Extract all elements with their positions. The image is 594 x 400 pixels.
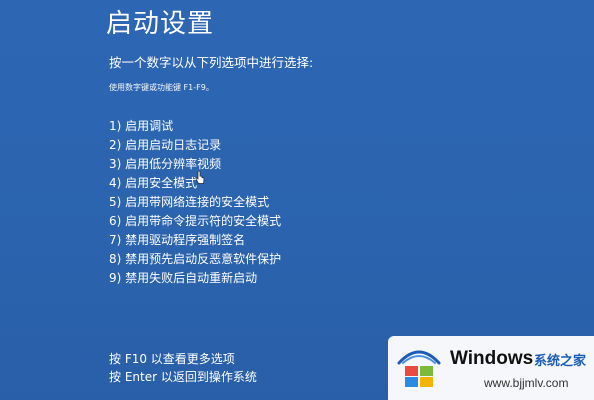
instruction-text: 按一个数字以从下列选项中进行选择: [109,55,314,70]
startup-options-list: 1) 启用调试 2) 启用启动日志记录 3) 启用低分辨率视频 4) 启用安全模… [109,117,281,288]
watermark-cn: 系统之家 [534,354,587,369]
option-enable-debugging[interactable]: 1) 启用调试 [109,117,281,136]
hint-text: 使用数字键或功能键 F1-F9。 [109,83,214,92]
hand-cursor-icon [195,171,205,184]
option-disable-auto-restart[interactable]: 9) 禁用失败后自动重新启动 [109,269,281,288]
more-options-hint[interactable]: 按 F10 以查看更多选项 [109,350,257,368]
option-enable-safe-mode-networking[interactable]: 5) 启用带网络连接的安全模式 [109,193,281,212]
option-enable-boot-logging[interactable]: 2) 启用启动日志记录 [109,136,281,155]
footer-instructions: 按 F10 以查看更多选项 按 Enter 以返回到操作系统 [109,350,257,386]
option-enable-safe-mode-command-prompt[interactable]: 6) 启用带命令提示符的安全模式 [109,212,281,231]
watermark: Windows 系统之家 www.bjjmlv.com [388,336,594,400]
option-disable-driver-signature[interactable]: 7) 禁用驱动程序强制签名 [109,231,281,250]
page-title: 启动设置 [106,9,215,39]
return-os-hint[interactable]: 按 Enter 以返回到操作系统 [109,368,257,386]
watermark-url: www.bjjmlv.com [484,376,569,390]
windows-logo-icon [397,350,441,387]
option-disable-early-antimalware[interactable]: 8) 禁用预先启动反恶意软件保护 [109,250,281,269]
watermark-brand: Windows [450,348,534,369]
